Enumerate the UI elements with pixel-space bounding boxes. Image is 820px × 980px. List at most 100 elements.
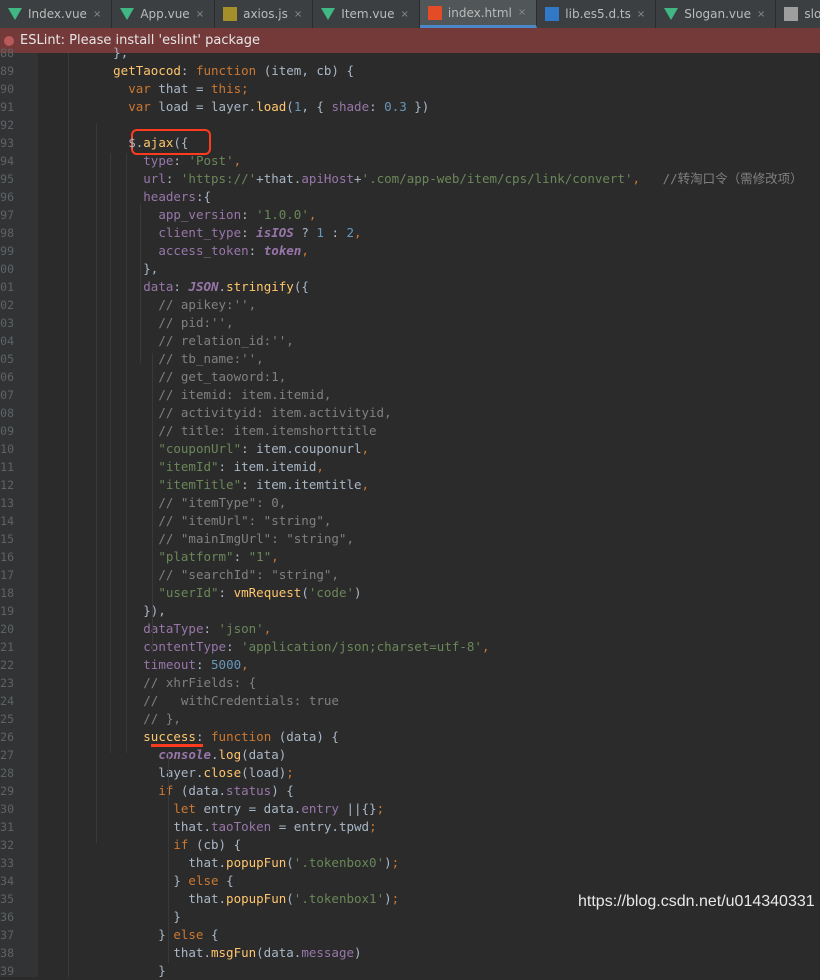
code-token: , bbox=[316, 459, 324, 474]
code-line[interactable]: 134 } else { bbox=[0, 872, 820, 890]
code-line[interactable]: 99 access_token: token, bbox=[0, 242, 820, 260]
line-number: 136 bbox=[0, 910, 14, 924]
code-line[interactable]: 124 // withCredentials: true bbox=[0, 692, 820, 710]
close-tab-icon[interactable]: × bbox=[518, 7, 526, 18]
tab-item-vue[interactable]: Item.vue × bbox=[313, 0, 420, 28]
code-token: load = bbox=[158, 99, 212, 114]
code-line[interactable]: 104 // relation_id:'', bbox=[0, 332, 820, 350]
code-line[interactable]: 130 let entry = data.entry ||{}; bbox=[0, 800, 820, 818]
code-line[interactable]: 102 // apikey:'', bbox=[0, 296, 820, 314]
code-token: var bbox=[128, 99, 159, 114]
code-text: } else { bbox=[68, 872, 233, 890]
code-line[interactable]: 138 that.msgFun(data.message) bbox=[0, 944, 820, 962]
tab-label: slogan-3.png bbox=[804, 7, 820, 21]
line-number: 90 bbox=[0, 82, 14, 96]
code-editor[interactable]: 88 }, 89 getTaocod: function (item, cb) {… bbox=[0, 45, 820, 980]
code-line[interactable]: 95 url: 'https://'+that.apiHost+'.com/ap… bbox=[0, 170, 820, 188]
vue-file-icon bbox=[8, 8, 22, 20]
close-tab-icon[interactable]: × bbox=[294, 9, 302, 20]
tab-slogan-3-png[interactable]: slogan-3.png× bbox=[776, 0, 820, 28]
tab-lib-es5-d-ts[interactable]: lib.es5.d.ts × bbox=[537, 0, 657, 28]
line-number: 119 bbox=[0, 604, 14, 618]
code-token: : bbox=[233, 549, 249, 564]
code-text: client_type: isIOS ? 1 : 2, bbox=[68, 224, 361, 242]
code-line[interactable]: 92 bbox=[0, 116, 820, 134]
code-token: , bbox=[120, 45, 129, 60]
code-line[interactable]: 115 // "mainImgUrl": "string", bbox=[0, 530, 820, 548]
code-line[interactable]: 118 "userId": vmRequest('code') bbox=[0, 584, 820, 602]
tab-index-vue[interactable]: Index.vue × bbox=[0, 0, 113, 28]
code-line[interactable]: 97 app_version: '1.0.0', bbox=[0, 206, 820, 224]
code-line[interactable]: 132 if (cb) { bbox=[0, 836, 820, 854]
code-line[interactable]: 96 headers:{ bbox=[0, 188, 820, 206]
line-number: 122 bbox=[0, 658, 14, 672]
code-line[interactable]: 101 data: JSON.stringify({ bbox=[0, 278, 820, 296]
code-line[interactable]: 139 } bbox=[0, 962, 820, 980]
code-line[interactable]: 113 // "itemType": 0, bbox=[0, 494, 820, 512]
line-number: 118 bbox=[0, 586, 14, 600]
code-line[interactable]: 133 that.popupFun('.tokenbox0'); bbox=[0, 854, 820, 872]
code-line[interactable]: 123 // xhrFields: { bbox=[0, 674, 820, 692]
code-token: itemtitle bbox=[293, 477, 362, 492]
close-tab-icon[interactable]: × bbox=[401, 9, 409, 20]
code-line[interactable]: 100 }, bbox=[0, 260, 820, 278]
code-line[interactable]: 109 // title: item.itemshorttitle bbox=[0, 422, 820, 440]
code-token: popupFun bbox=[226, 891, 287, 906]
code-line[interactable]: 107 // itemid: item.itemid, bbox=[0, 386, 820, 404]
code-line[interactable]: 110 "couponUrl": item.couponurl, bbox=[0, 440, 820, 458]
code-line[interactable]: 89 getTaocod: function (item, cb) { bbox=[0, 62, 820, 80]
code-text: "itemTitle": item.itemtitle, bbox=[68, 476, 369, 494]
code-line[interactable]: 128 layer.close(load); bbox=[0, 764, 820, 782]
close-tab-icon[interactable]: × bbox=[757, 9, 765, 20]
code-token: that. bbox=[68, 945, 211, 960]
tab-axios-js[interactable]: axios.js × bbox=[215, 0, 314, 28]
line-number: 91 bbox=[0, 100, 14, 114]
code-line[interactable]: 119 }), bbox=[0, 602, 820, 620]
code-line[interactable]: 125 // }, bbox=[0, 710, 820, 728]
code-token: ; bbox=[391, 891, 400, 906]
code-token: 5000 bbox=[211, 657, 242, 672]
tab-app-vue[interactable]: App.vue × bbox=[112, 0, 216, 28]
code-token: //转淘口令（需修改项） bbox=[647, 171, 803, 186]
close-tab-icon[interactable]: × bbox=[637, 9, 645, 20]
code-line[interactable]: 126 success: function (data) { bbox=[0, 728, 820, 746]
code-line[interactable]: 98 client_type: isIOS ? 1 : 2, bbox=[0, 224, 820, 242]
code-line[interactable]: 122 timeout: 5000, bbox=[0, 656, 820, 674]
code-line[interactable]: 106 // get_taoword:1, bbox=[0, 368, 820, 386]
code-line[interactable]: 108 // activityid: item.activityid, bbox=[0, 404, 820, 422]
line-number: 109 bbox=[0, 424, 14, 438]
code-line[interactable]: 105 // tb_name:'', bbox=[0, 350, 820, 368]
code-line[interactable]: 114 // "itemUrl": "string", bbox=[0, 512, 820, 530]
code-line[interactable]: 116 "platform": "1", bbox=[0, 548, 820, 566]
code-line[interactable]: 94 type: 'Post', bbox=[0, 152, 820, 170]
code-token: , bbox=[481, 639, 490, 654]
code-line[interactable]: 111 "itemId": item.itemid, bbox=[0, 458, 820, 476]
code-line[interactable]: 120 dataType: 'json', bbox=[0, 620, 820, 638]
code-line[interactable]: 121 contentType: 'application/json;chars… bbox=[0, 638, 820, 656]
code-line[interactable]: 91 var load = layer.load(1, { shade: 0.3… bbox=[0, 98, 820, 116]
code-line[interactable]: 117 // "searchId": "string", bbox=[0, 566, 820, 584]
code-token: '.tokenbox0' bbox=[293, 855, 385, 870]
code-text: let entry = data.entry ||{}; bbox=[68, 800, 384, 818]
code-text: // "itemType": 0, bbox=[68, 494, 286, 512]
code-line[interactable]: 131 that.taoToken = entry.tpwd; bbox=[0, 818, 820, 836]
code-line[interactable]: 127 console.log(data) bbox=[0, 746, 820, 764]
tab-index-html[interactable]: index.html × bbox=[419, 0, 538, 28]
code-line[interactable]: 88 }, bbox=[0, 44, 820, 62]
code-token: '1.0.0' bbox=[256, 207, 309, 222]
code-line[interactable]: 112 "itemTitle": item.itemtitle, bbox=[0, 476, 820, 494]
tab-slogan-vue[interactable]: Slogan.vue × bbox=[656, 0, 777, 28]
code-line[interactable]: 90 var that = this; bbox=[0, 80, 820, 98]
code-line[interactable]: 129 if (data.status) { bbox=[0, 782, 820, 800]
code-line[interactable]: 93 $.ajax({ bbox=[0, 134, 820, 152]
code-token: // activityid: item.activityid, bbox=[158, 405, 392, 420]
close-tab-icon[interactable]: × bbox=[93, 9, 101, 20]
code-line[interactable]: 103 // pid:'', bbox=[0, 314, 820, 332]
code-line[interactable]: 137 } else { bbox=[0, 926, 820, 944]
close-tab-icon[interactable]: × bbox=[196, 9, 204, 20]
